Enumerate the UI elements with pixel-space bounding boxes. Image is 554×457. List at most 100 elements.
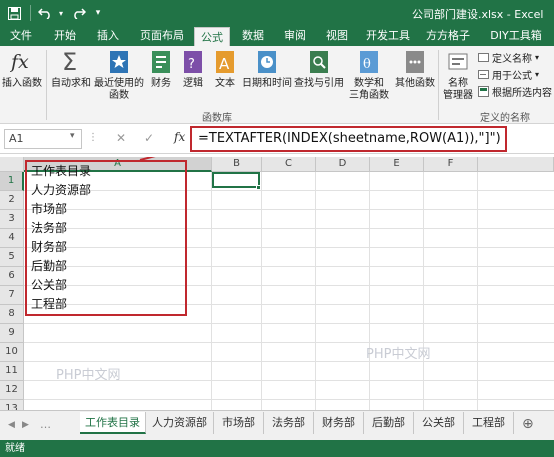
row-header-6[interactable]: 6 [0, 267, 24, 286]
save-icon[interactable] [4, 4, 24, 22]
tab-formulas[interactable]: 公式 [194, 27, 230, 46]
svg-text:?: ? [188, 57, 195, 72]
gridline [24, 323, 554, 324]
tab-view[interactable]: 视图 [322, 26, 352, 46]
customize-icon[interactable]: ▾ [92, 4, 104, 22]
group-label-defined-names: 定义的名称 [480, 113, 530, 124]
chevron-down-icon: ▾ [535, 70, 540, 79]
row-header-2[interactable]: 2 [0, 191, 24, 210]
undo-icon[interactable] [36, 4, 54, 22]
sheet-tab-hr[interactable]: 人力资源部 [146, 412, 214, 434]
row-header-11[interactable]: 11 [0, 362, 24, 381]
formula-input[interactable]: =TEXTAFTER(INDEX(sheetname,ROW(A1)),"]") [190, 126, 507, 152]
date-time-button[interactable]: 日期和时间 [242, 48, 292, 90]
row-header-10[interactable]: 10 [0, 343, 24, 362]
tab-file[interactable]: 文件 [6, 26, 36, 46]
logical-button[interactable]: ? 逻辑 [178, 48, 208, 90]
text-button[interactable]: A 文本 [210, 48, 240, 90]
title-separator [30, 5, 31, 21]
watermark-text: PHP中文网 [56, 368, 121, 383]
sheet-tab-logistics[interactable]: 后勤部 [364, 412, 414, 434]
results-highlight-box [25, 160, 187, 316]
row-header-5[interactable]: 5 [0, 248, 24, 267]
gridline [261, 172, 262, 410]
lookup-reference-button[interactable]: 查找与引用 [294, 48, 344, 90]
worksheet-grid[interactable]: A B C D E F 1 2 3 4 5 6 7 8 9 10 11 12 1… [0, 157, 554, 410]
sigma-icon: Σ [59, 48, 83, 76]
chevron-down-icon[interactable]: ▾ [70, 131, 75, 141]
more-book-icon [403, 48, 427, 76]
name-manager-button[interactable]: 名称 管理器 [440, 48, 476, 102]
use-in-formula-button[interactable]: 用于公式 ▾ [478, 67, 539, 82]
column-header-blank[interactable] [478, 157, 554, 172]
add-sheet-icon[interactable]: ⊕ [522, 416, 534, 432]
tab-insert[interactable]: 插入 [93, 26, 123, 46]
tab-data[interactable]: 数据 [238, 26, 268, 46]
tab-fangfanggezi[interactable]: 方方格子 [422, 26, 474, 46]
scroll-left-icon[interactable]: ◀ [8, 420, 15, 430]
tab-page-layout[interactable]: 页面布局 [136, 26, 188, 46]
row-header-1[interactable]: 1 [0, 172, 24, 191]
star-book-icon [107, 48, 131, 76]
row-header-13[interactable]: 13 [0, 400, 24, 410]
ribbon-divider [46, 50, 47, 120]
select-all-corner[interactable] [0, 157, 24, 172]
row-header-12[interactable]: 12 [0, 381, 24, 400]
define-name-icon [478, 52, 489, 63]
redo-icon[interactable] [70, 4, 88, 22]
enter-check-icon[interactable]: ✓ [144, 131, 154, 145]
status-bar: 就绪 [0, 440, 554, 457]
column-header-e[interactable]: E [370, 157, 424, 172]
gridline [24, 342, 554, 343]
scroll-right-icon[interactable]: ▶ [22, 420, 29, 430]
sheet-tab-pr[interactable]: 公关部 [414, 412, 464, 434]
insert-function-fx-button[interactable]: fx [174, 130, 185, 144]
more-sheets-icon[interactable]: … [40, 418, 51, 431]
tab-diy-toolbox[interactable]: DIY工具箱 [484, 26, 548, 46]
undo-dropdown-icon[interactable]: ▾ [56, 4, 66, 22]
more-icon: ⋮ [88, 132, 98, 143]
sheet-tab-legal[interactable]: 法务部 [264, 412, 314, 434]
gridline [369, 172, 370, 410]
ribbon-tab-bar: 文件 开始 插入 页面布局 公式 数据 审阅 视图 开发工具 方方格子 DIY工… [0, 26, 554, 46]
tab-home[interactable]: 开始 [50, 26, 80, 46]
sheet-tab-marketing[interactable]: 市场部 [214, 412, 264, 434]
sheet-tab-engineering[interactable]: 工程部 [464, 412, 514, 434]
create-from-selection-button[interactable]: 根据所选内容 [478, 84, 552, 99]
column-header-f[interactable]: F [424, 157, 478, 172]
autosum-button[interactable]: Σ 自动求和 [50, 48, 92, 90]
more-functions-button[interactable]: 其他函数 [394, 48, 436, 90]
name-tag-icon [446, 48, 470, 76]
gridline [423, 172, 424, 410]
fill-handle[interactable] [256, 185, 261, 190]
sheet-tab-directory[interactable]: 工作表目录 [80, 412, 146, 434]
gridline [477, 172, 478, 410]
insert-function-button[interactable]: fx 插入函数 [2, 48, 42, 90]
row-header-3[interactable]: 3 [0, 210, 24, 229]
column-header-b[interactable]: B [212, 157, 262, 172]
row-header-4[interactable]: 4 [0, 229, 24, 248]
svg-text:Σ: Σ [62, 48, 77, 76]
ribbon-panel: fx 插入函数 Σ 自动求和 最近使用的 函数 财务 ? 逻辑 A 文本 日期和… [0, 46, 554, 124]
column-header-d[interactable]: D [316, 157, 370, 172]
logical-book-icon: ? [181, 48, 205, 76]
gridline [24, 361, 554, 362]
define-name-button[interactable]: 定义名称 ▾ [478, 50, 539, 65]
formula-bar: A1 ▾ ⋮ ✕ ✓ fx =TEXTAFTER(INDEX(sheetname… [0, 124, 554, 154]
create-from-selection-icon [478, 86, 489, 97]
active-cell-cursor[interactable] [212, 172, 260, 188]
financial-button[interactable]: 财务 [146, 48, 176, 90]
row-header-8[interactable]: 8 [0, 305, 24, 324]
sheet-tab-finance[interactable]: 财务部 [314, 412, 364, 434]
watermark-text: PHP中文网 [366, 347, 431, 362]
row-header-7[interactable]: 7 [0, 286, 24, 305]
math-trig-button[interactable]: θ 数学和 三角函数 [346, 48, 392, 102]
column-header-c[interactable]: C [262, 157, 316, 172]
cancel-icon[interactable]: ✕ [116, 131, 126, 145]
row-header-9[interactable]: 9 [0, 324, 24, 343]
use-formula-icon [478, 69, 489, 80]
gridline [211, 172, 212, 410]
tab-developer[interactable]: 开发工具 [362, 26, 414, 46]
recently-used-button[interactable]: 最近使用的 函数 [94, 48, 144, 102]
tab-review[interactable]: 审阅 [280, 26, 310, 46]
